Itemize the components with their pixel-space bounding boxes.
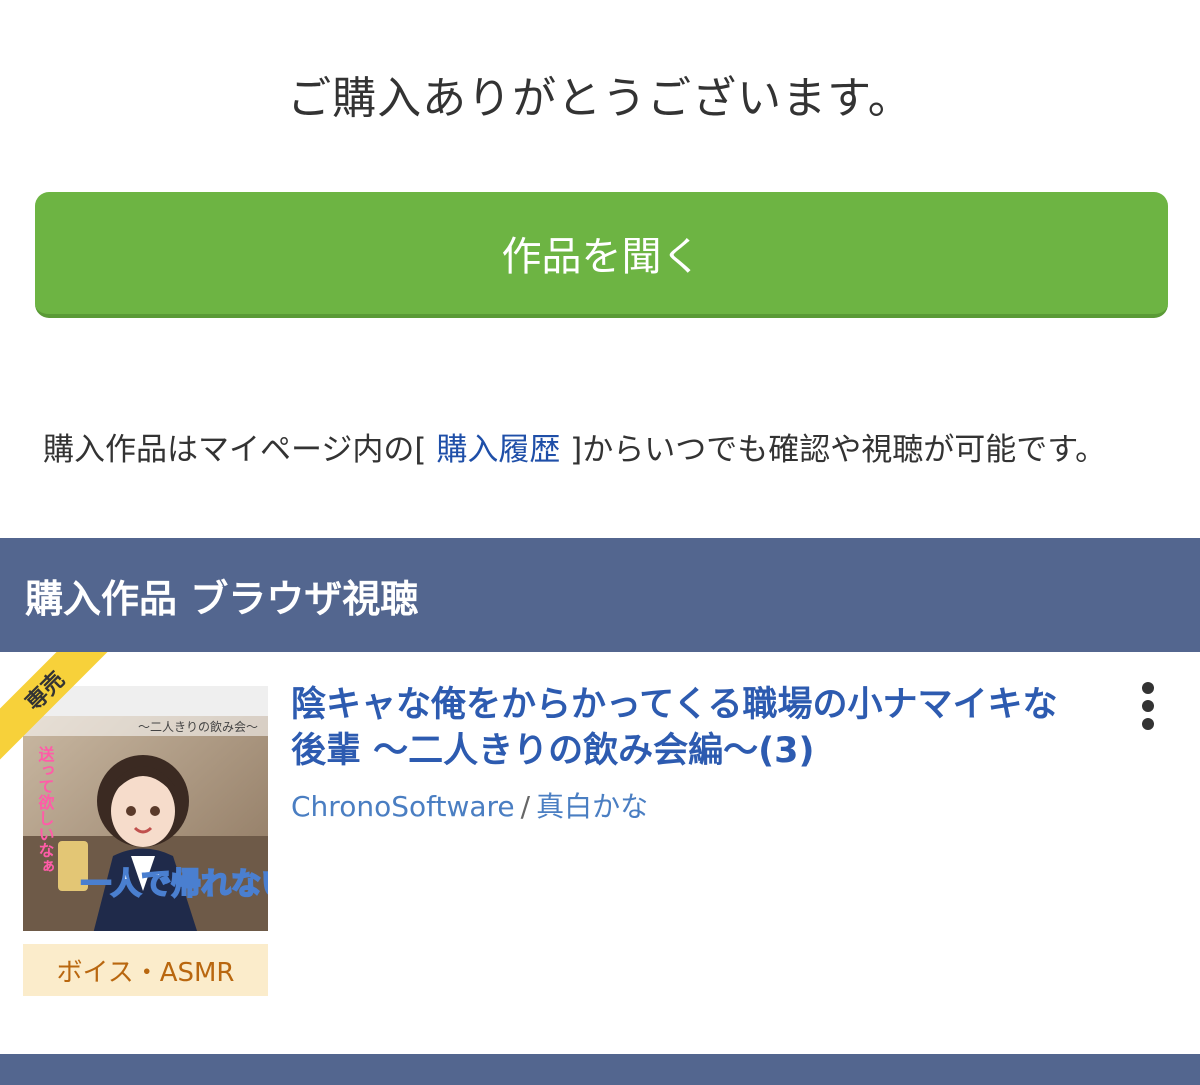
thumbnail-top-caption: 〜二人きりの飲み会〜 [138, 719, 258, 734]
work-card: 〜二人きりの飲み会〜 一人で帰れない 送って欲しいなぁ 専売 ボイス・ASMR … [0, 652, 1200, 1052]
thanks-message: ご購入ありがとうございます。 [287, 73, 913, 124]
info-suffix: ]からいつでも確認や視聴が可能です。 [560, 432, 1107, 468]
more-dot [1142, 700, 1154, 712]
purchase-history-info: 購入作品はマイページ内の[ 購入履歴 ]からいつでも確認や視聴が可能です。 [43, 424, 1173, 469]
thumbnail-main-caption: 一人で帰れない [81, 867, 268, 902]
thumbnail-vertical-caption: 送って欲しいなぁ [36, 745, 56, 874]
circle-link[interactable]: ChronoSoftware [291, 790, 515, 823]
work-credits: ChronoSoftware / 真白かな [291, 785, 648, 825]
info-prefix: 購入作品はマイページ内の[ [43, 432, 437, 468]
work-title-link[interactable]: 陰キャな俺をからかってくる職場の小ナマイキな後輩 〜二人きりの飲み会編〜(3) [291, 682, 1091, 774]
purchase-history-link[interactable]: 購入履歴 [436, 432, 560, 468]
next-section-header [0, 1054, 1200, 1085]
section-title: 購入作品 ブラウザ視聴 [25, 576, 419, 621]
more-dot [1142, 718, 1154, 730]
listen-work-button[interactable]: 作品を聞く [35, 192, 1168, 318]
credits-separator: / [520, 790, 531, 823]
work-thumbnail[interactable]: 〜二人きりの飲み会〜 一人で帰れない 送って欲しいなぁ [23, 686, 268, 931]
section-header: 購入作品 ブラウザ視聴 [0, 538, 1200, 652]
category-tag: ボイス・ASMR [23, 944, 268, 996]
more-vertical-icon[interactable] [1126, 678, 1170, 734]
voice-actor-link[interactable]: 真白かな [536, 790, 648, 823]
thumbnail-image: 〜二人きりの飲み会〜 一人で帰れない 送って欲しいなぁ [23, 716, 268, 931]
more-dot [1142, 682, 1154, 694]
